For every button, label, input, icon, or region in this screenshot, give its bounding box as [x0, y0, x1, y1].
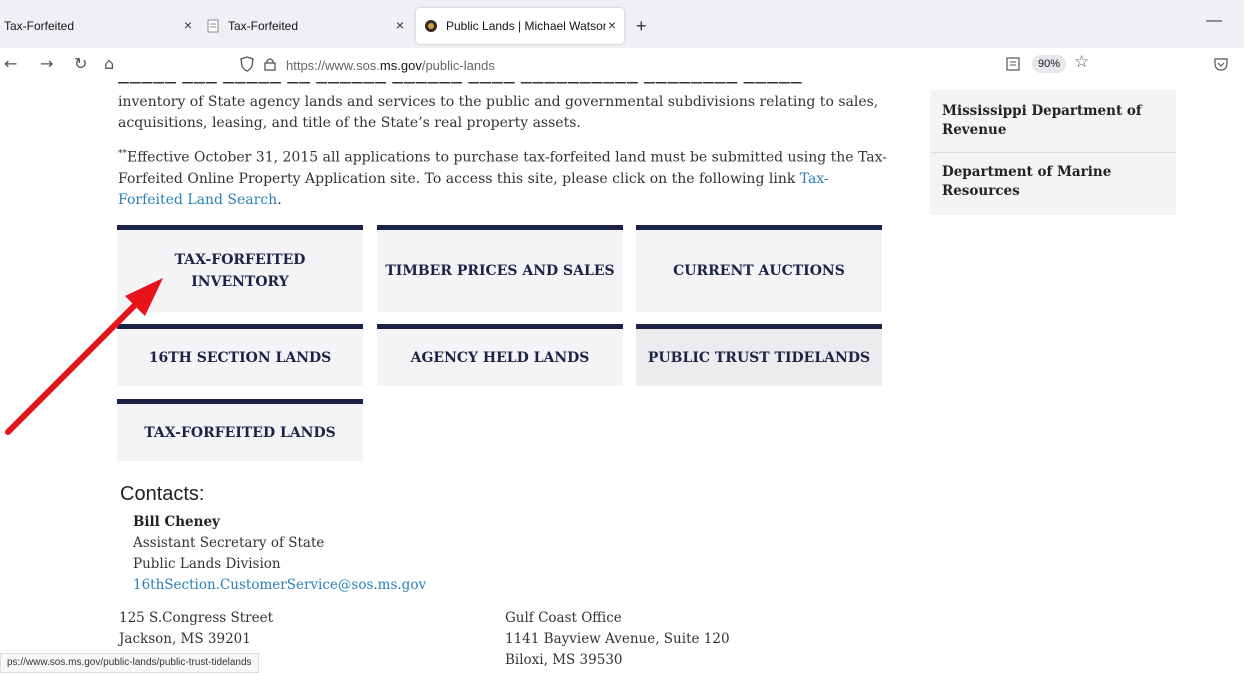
reload-icon[interactable]: ↻: [74, 54, 87, 73]
state-seal-icon: [424, 19, 438, 33]
tab-1-title: Tax-Forfeited: [4, 19, 75, 33]
gulf-street: 1141 Bayview Avenue, Suite 120: [505, 631, 730, 647]
home-icon[interactable]: ⌂: [104, 54, 114, 73]
pocket-icon[interactable]: [1214, 56, 1228, 75]
contact-name: Bill Cheney: [133, 514, 220, 530]
tab-3-active[interactable]: Public Lands | Michael Watson S ×: [416, 8, 624, 44]
url-host: ms.gov: [379, 57, 422, 73]
tile-label: TIMBER PRICES AND SALES: [385, 263, 615, 279]
lock-icon[interactable]: [264, 57, 276, 74]
zoom-level-badge[interactable]: 90%: [1032, 55, 1066, 73]
tab-1[interactable]: Tax-Forfeited ×: [0, 8, 200, 44]
tab-1-close-icon[interactable]: ×: [184, 17, 192, 33]
tile-label: AGENCY HELD LANDS: [410, 349, 590, 366]
tile-timber-prices-and-sales[interactable]: TIMBER PRICES AND SALES: [377, 225, 623, 312]
gulf-office-name: Gulf Coast Office: [505, 610, 622, 626]
browser-tab-bar: Tax-Forfeited × Tax-Forfeited × Public L…: [0, 0, 1244, 48]
red-annotation-arrow: [5, 278, 163, 435]
related-links-sidebar: Mississippi Department of Revenue Depart…: [930, 90, 1176, 215]
bookmark-star-icon[interactable]: ☆: [1074, 52, 1089, 72]
back-icon[interactable]: ←: [4, 54, 17, 73]
url-prefix: https://www.sos.: [286, 57, 380, 73]
tab-3-close-icon[interactable]: ×: [608, 17, 616, 33]
tile-label: PUBLIC TRUST TIDELANDS: [647, 349, 871, 366]
contact-email-link[interactable]: 16thSection.CustomerService@sos.ms.gov: [133, 577, 426, 593]
intro-paragraph: inventory of State agency lands and serv…: [118, 94, 879, 131]
tab-2[interactable]: Tax-Forfeited ×: [206, 8, 412, 44]
contacts-heading: Contacts:: [120, 483, 205, 505]
intro-text: inventory of State agency lands and serv…: [118, 92, 888, 211]
sidebar-item-marine-resources[interactable]: Department of Marine Resources: [930, 153, 1176, 215]
minimize-window-icon[interactable]: —: [1206, 12, 1222, 30]
sidebar-item-ms-revenue[interactable]: Mississippi Department of Revenue: [930, 102, 1176, 152]
jackson-street: 125 S.Congress Street: [119, 610, 274, 626]
tab-2-title: Tax-Forfeited: [228, 19, 299, 33]
url-path: /public-lands: [421, 57, 495, 73]
new-tab-button[interactable]: +: [636, 16, 647, 37]
tab-3-title: Public Lands | Michael Watson S: [446, 19, 606, 33]
tile-agency-held-lands[interactable]: AGENCY HELD LANDS: [377, 324, 623, 386]
notice-end: .: [277, 191, 282, 208]
contact-division: Public Lands Division: [133, 556, 281, 572]
tile-public-trust-tidelands[interactable]: PUBLIC TRUST TIDELANDS: [636, 324, 882, 386]
tab-2-close-icon[interactable]: ×: [396, 17, 404, 33]
cut-off-text-line: ▂▂▂▂▂ ▂▂▂ ▂▂▂▂▂ ▂▂ ▂▂▂▂▂▂ ▂▂▂▂▂▂ ▂▂▂▂ ▂▂…: [118, 82, 888, 90]
reader-view-icon[interactable]: [1006, 56, 1020, 75]
forward-icon[interactable]: →: [40, 54, 53, 73]
notice-text: Effective October 31, 2015 all applicati…: [118, 149, 887, 187]
contact-title: Assistant Secretary of State: [133, 535, 325, 551]
jackson-city: Jackson, MS 39201: [119, 631, 251, 647]
tile-label: CURRENT AUCTIONS: [673, 263, 845, 279]
tracking-shield-icon[interactable]: [240, 55, 254, 75]
gulf-city: Biloxi, MS 39530: [505, 652, 623, 668]
notice-marker: **: [118, 149, 127, 159]
link-status-bar: ps://www.sos.ms.gov/public-lands/public-…: [0, 653, 259, 673]
tile-current-auctions[interactable]: CURRENT AUCTIONS: [636, 225, 882, 312]
notice-paragraph: **Effective October 31, 2015 all applica…: [118, 144, 888, 211]
document-icon: [206, 19, 220, 33]
url-bar[interactable]: https://www.sos. ms.gov/public-lands: [240, 52, 1100, 78]
